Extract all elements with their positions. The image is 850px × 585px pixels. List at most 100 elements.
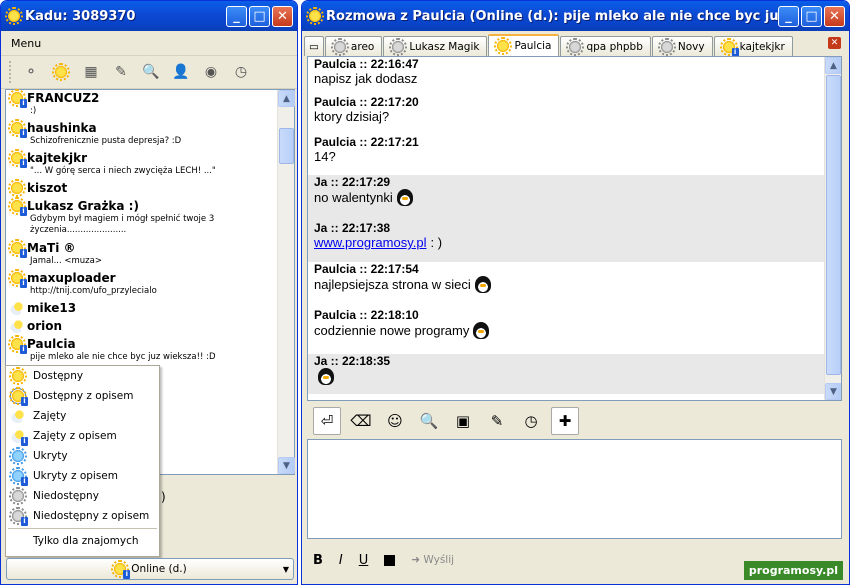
autosend-icon[interactable]: ⏎ bbox=[313, 407, 341, 435]
search-icon[interactable]: 🔍 bbox=[140, 61, 162, 83]
sound-icon[interactable]: ◉ bbox=[200, 61, 222, 83]
bold-button[interactable]: B bbox=[313, 553, 323, 568]
status-button[interactable]: i Online (d.) ▼ bbox=[6, 558, 294, 580]
contact-item[interactable]: mike13 bbox=[10, 300, 278, 316]
emoticon-icon[interactable]: ☺ bbox=[381, 407, 409, 435]
message-body: no walentynki bbox=[314, 189, 824, 206]
tab-status-icon bbox=[389, 37, 408, 56]
chat-maximize-button[interactable]: □ bbox=[801, 5, 822, 27]
tab-label: Lukasz Magik bbox=[409, 40, 480, 53]
scroll-thumb[interactable] bbox=[279, 128, 294, 164]
scroll-up-arrow-icon[interactable]: ▲ bbox=[278, 90, 295, 107]
chat-tab[interactable]: areo bbox=[324, 36, 383, 56]
history-icon[interactable]: ◷ bbox=[230, 61, 252, 83]
maximize-button[interactable]: □ bbox=[249, 5, 270, 27]
tab-status-icon bbox=[330, 37, 349, 56]
status-menu-item[interactable]: i Zajęty z opisem bbox=[6, 426, 159, 446]
contact-status-icon: i bbox=[8, 119, 27, 138]
contact-list-scrollbar[interactable]: ▲ ▼ bbox=[277, 90, 295, 474]
tab-label: Paulcia bbox=[514, 40, 552, 52]
chat-tab[interactable]: Lukasz Magik bbox=[383, 36, 488, 56]
scroll-down-arrow-icon[interactable]: ▼ bbox=[278, 457, 295, 474]
underline-button[interactable]: U bbox=[359, 553, 369, 568]
contact-name: orion bbox=[27, 319, 63, 333]
chat-minimize-button[interactable]: _ bbox=[778, 5, 799, 27]
contact-name-row: i kajtekjkr bbox=[8, 149, 278, 168]
message-input[interactable] bbox=[307, 439, 842, 539]
contact-item[interactable]: i maxuploader http://tnij.com/ufo_przyleci… bbox=[8, 269, 278, 297]
status-menu-item[interactable]: Ukryty bbox=[6, 446, 159, 466]
status-menu-item[interactable]: Niedostępny bbox=[6, 486, 159, 506]
status-menu-item[interactable]: i Ukryty z opisem bbox=[6, 466, 159, 486]
status-option-icon: i bbox=[9, 387, 28, 406]
chat-tab[interactable]: Paulcia bbox=[488, 34, 560, 56]
edit-icon[interactable]: ✎ bbox=[483, 407, 511, 435]
chat-scroll-thumb[interactable] bbox=[826, 75, 841, 375]
contact-status-icon: i bbox=[8, 239, 27, 258]
minimize-button[interactable]: _ bbox=[226, 5, 247, 27]
contact-description: http://tnij.com/ufo_przylecialo bbox=[30, 286, 157, 296]
tab-label: kajtekjkr bbox=[739, 40, 785, 53]
chat-scroll-down-icon[interactable]: ▼ bbox=[825, 383, 841, 400]
status-friends-only[interactable]: Tylko dla znajomych bbox=[6, 531, 159, 551]
contact-item[interactable]: i Paulcia pije mleko ale nie chce byc juz … bbox=[8, 335, 278, 363]
contact-status-icon: i bbox=[8, 197, 27, 216]
chat-message: Ja :: 22:17:29 no walentynki bbox=[308, 175, 824, 221]
message-body bbox=[314, 368, 824, 385]
contact-info-icon[interactable]: ▦ bbox=[80, 61, 102, 83]
status-menu-item[interactable]: Zajęty bbox=[6, 406, 159, 426]
folder-tab-icon[interactable]: ▭ bbox=[304, 36, 324, 56]
contact-item[interactable]: kiszot bbox=[8, 179, 278, 197]
message-link[interactable]: www.programosy.pl bbox=[314, 235, 426, 250]
connect-icon[interactable]: ⚬ bbox=[20, 61, 42, 83]
contact-item[interactable]: i kajtekjkr "... W górę serca i niech zwyc… bbox=[8, 149, 278, 177]
message-body: codziennie nowe programy bbox=[314, 322, 824, 339]
send-button[interactable]: ➜ Wyślij bbox=[411, 554, 454, 566]
chat-tab[interactable]: i kajtekjkr bbox=[713, 36, 793, 57]
contact-item[interactable]: i FRANCUZ2:) bbox=[8, 89, 278, 117]
contact-name: FRANCUZ2 bbox=[27, 91, 100, 105]
status-option-label: Ukryty bbox=[33, 450, 68, 462]
color-button[interactable] bbox=[384, 554, 396, 566]
left-titlebar: Kadu: 3089370 _ □ ✕ bbox=[1, 1, 297, 31]
tux-emoticon-icon bbox=[396, 189, 413, 206]
chat-scrollbar[interactable]: ▲ ▼ bbox=[824, 57, 841, 400]
menu-button[interactable]: Menu bbox=[1, 31, 297, 53]
contact-status-icon bbox=[10, 319, 24, 333]
message-body: najlepsiejsza strona w sieci bbox=[314, 276, 824, 293]
status-option-icon bbox=[9, 487, 27, 505]
watermark: programosy.pl bbox=[743, 561, 843, 580]
contact-item[interactable]: i Lukasz Grażka :) Gdybym był magiem i móg… bbox=[8, 197, 278, 236]
clear-icon[interactable]: ⌫ bbox=[347, 407, 375, 435]
contact-item[interactable]: i haushinka Schizofrenicznie pusta depresj… bbox=[8, 119, 278, 147]
contact-item[interactable]: orion bbox=[10, 318, 278, 334]
italic-button[interactable]: I bbox=[339, 553, 343, 568]
history-icon[interactable]: ◷ bbox=[517, 407, 545, 435]
image-icon[interactable]: ▣ bbox=[449, 407, 477, 435]
contact-name-row: kiszot bbox=[8, 179, 278, 197]
message-header: Ja :: 22:18:35 bbox=[314, 354, 391, 368]
dropdown-arrow-icon: ▼ bbox=[282, 564, 289, 574]
status-option-icon: i bbox=[11, 429, 28, 446]
add-user-icon[interactable]: 👤 bbox=[170, 61, 192, 83]
message-text: codziennie nowe programy bbox=[314, 323, 470, 338]
chat-close-button[interactable]: ✕ bbox=[824, 5, 845, 27]
message-body: 14? bbox=[314, 149, 824, 164]
add-contact-icon[interactable]: ✚ bbox=[551, 407, 579, 435]
close-button[interactable]: ✕ bbox=[272, 5, 293, 27]
chat-tab[interactable]: Novy bbox=[651, 36, 713, 56]
search-icon[interactable]: 🔍 bbox=[415, 407, 443, 435]
close-tab-icon[interactable]: ✕ bbox=[828, 37, 841, 49]
message-header: Paulcia :: 22:18:10 bbox=[314, 308, 419, 322]
message-header: Paulcia :: 22:17:54 bbox=[314, 262, 419, 276]
contact-item[interactable]: i MaTi ® Jamal... <muza> bbox=[8, 239, 278, 267]
status-menu-item[interactable]: i Dostępny z opisem bbox=[6, 386, 159, 406]
status-sun-icon[interactable] bbox=[50, 61, 72, 83]
contact-name-row: mike13 bbox=[10, 300, 278, 316]
status-online-icon: i bbox=[111, 560, 131, 579]
status-menu-item[interactable]: i Niedostępny z opisem bbox=[6, 506, 159, 526]
chat-scroll-up-icon[interactable]: ▲ bbox=[825, 57, 841, 74]
edit-icon[interactable]: ✎ bbox=[110, 61, 132, 83]
chat-tab[interactable]: qpa phpbb bbox=[560, 36, 651, 56]
status-menu-item[interactable]: Dostępny bbox=[6, 366, 159, 386]
